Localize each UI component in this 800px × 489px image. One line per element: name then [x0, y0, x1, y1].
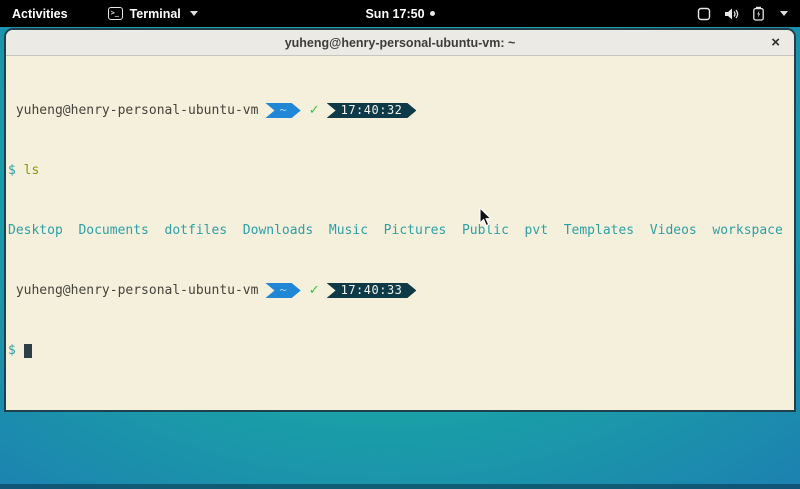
- app-menu-terminal[interactable]: >_ Terminal: [108, 0, 198, 27]
- notification-dot-icon: [430, 11, 435, 16]
- command-line: $ ls: [8, 163, 792, 178]
- powerline-time-segment: 17:40:32: [327, 103, 417, 118]
- powerline-cwd-segment: ~: [265, 103, 300, 118]
- window-title: yuheng@henry-personal-ubuntu-vm: ~: [6, 36, 794, 50]
- prompt-line: yuheng@henry-personal-ubuntu-vm ~ ✓ 17:4…: [8, 103, 792, 118]
- powerline-time-segment: 17:40:33: [327, 283, 417, 298]
- command-text: ls: [24, 163, 40, 178]
- activities-button[interactable]: Activities: [0, 0, 80, 27]
- chevron-down-icon: [190, 11, 198, 16]
- ls-output-line: Desktop Documents dotfiles Downloads Mus…: [8, 223, 792, 238]
- input-line: $: [8, 343, 792, 358]
- mouse-cursor-icon: [479, 207, 493, 227]
- window-titlebar[interactable]: yuheng@henry-personal-ubuntu-vm: ~ ×: [6, 30, 794, 56]
- powerline-cwd-segment: ~: [265, 283, 300, 298]
- prompt-line: yuheng@henry-personal-ubuntu-vm ~ ✓ 17:4…: [8, 283, 792, 298]
- display-icon: [697, 7, 711, 21]
- prompt-dollar: $: [8, 163, 24, 178]
- terminal-icon: >_: [108, 7, 123, 20]
- clock-label: Sun 17:50: [365, 7, 424, 21]
- prompt-dollar: $: [8, 343, 24, 358]
- app-menu-label: Terminal: [130, 7, 181, 21]
- checkmark-icon: ✓: [309, 103, 320, 118]
- prompt-user-host: yuheng@henry-personal-ubuntu-vm: [8, 103, 258, 118]
- volume-icon: [724, 7, 739, 21]
- prompt-user-host: yuheng@henry-personal-ubuntu-vm: [8, 283, 258, 298]
- terminal-block-cursor: [24, 344, 32, 358]
- gnome-top-bar: Activities >_ Terminal Sun 17:50: [0, 0, 800, 27]
- close-icon[interactable]: ×: [771, 35, 780, 50]
- terminal-content[interactable]: yuheng@henry-personal-ubuntu-vm ~ ✓ 17:4…: [6, 56, 794, 410]
- system-tray[interactable]: [697, 0, 800, 27]
- chevron-down-icon: [780, 11, 788, 16]
- terminal-window: yuheng@henry-personal-ubuntu-vm: ~ × yuh…: [4, 28, 796, 412]
- checkmark-icon: ✓: [309, 283, 320, 298]
- battery-charging-icon: [752, 6, 765, 21]
